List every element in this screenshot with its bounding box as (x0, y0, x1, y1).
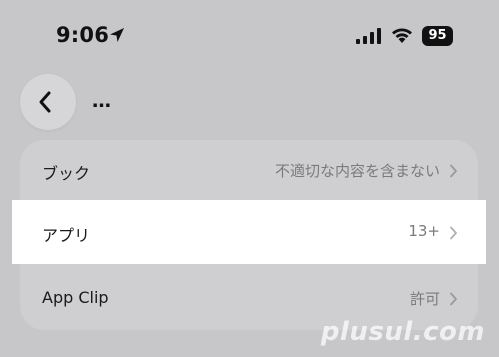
battery-badge: 95 (422, 26, 453, 46)
row-label: ブック (42, 164, 91, 183)
chevron-right-icon (450, 226, 457, 240)
location-arrow-icon (110, 28, 124, 42)
wifi-icon (392, 28, 412, 43)
back-button[interactable] (20, 74, 76, 130)
settings-row-books[interactable]: ブック 不適切な内容を含まない (20, 140, 478, 202)
row-value: 13+ (408, 222, 440, 240)
page-title: … (92, 90, 111, 112)
cellular-signal-icon (356, 28, 381, 44)
chevron-right-icon (450, 164, 457, 178)
chevron-left-icon (39, 91, 51, 113)
row-value: 不適切な内容を含まない (274, 162, 440, 180)
row-value: 許可 (409, 290, 440, 308)
row-label: アプリ (42, 226, 91, 245)
status-time: 9:06 (56, 23, 110, 47)
row-label: App Clip (42, 288, 109, 307)
navigation-bar: … (0, 70, 499, 134)
status-bar: 9:06 95 (0, 0, 499, 60)
settings-row-apps[interactable]: アプリ 13+ (12, 200, 486, 264)
chevron-right-icon (450, 292, 457, 306)
watermark: plusul.com (320, 317, 485, 347)
